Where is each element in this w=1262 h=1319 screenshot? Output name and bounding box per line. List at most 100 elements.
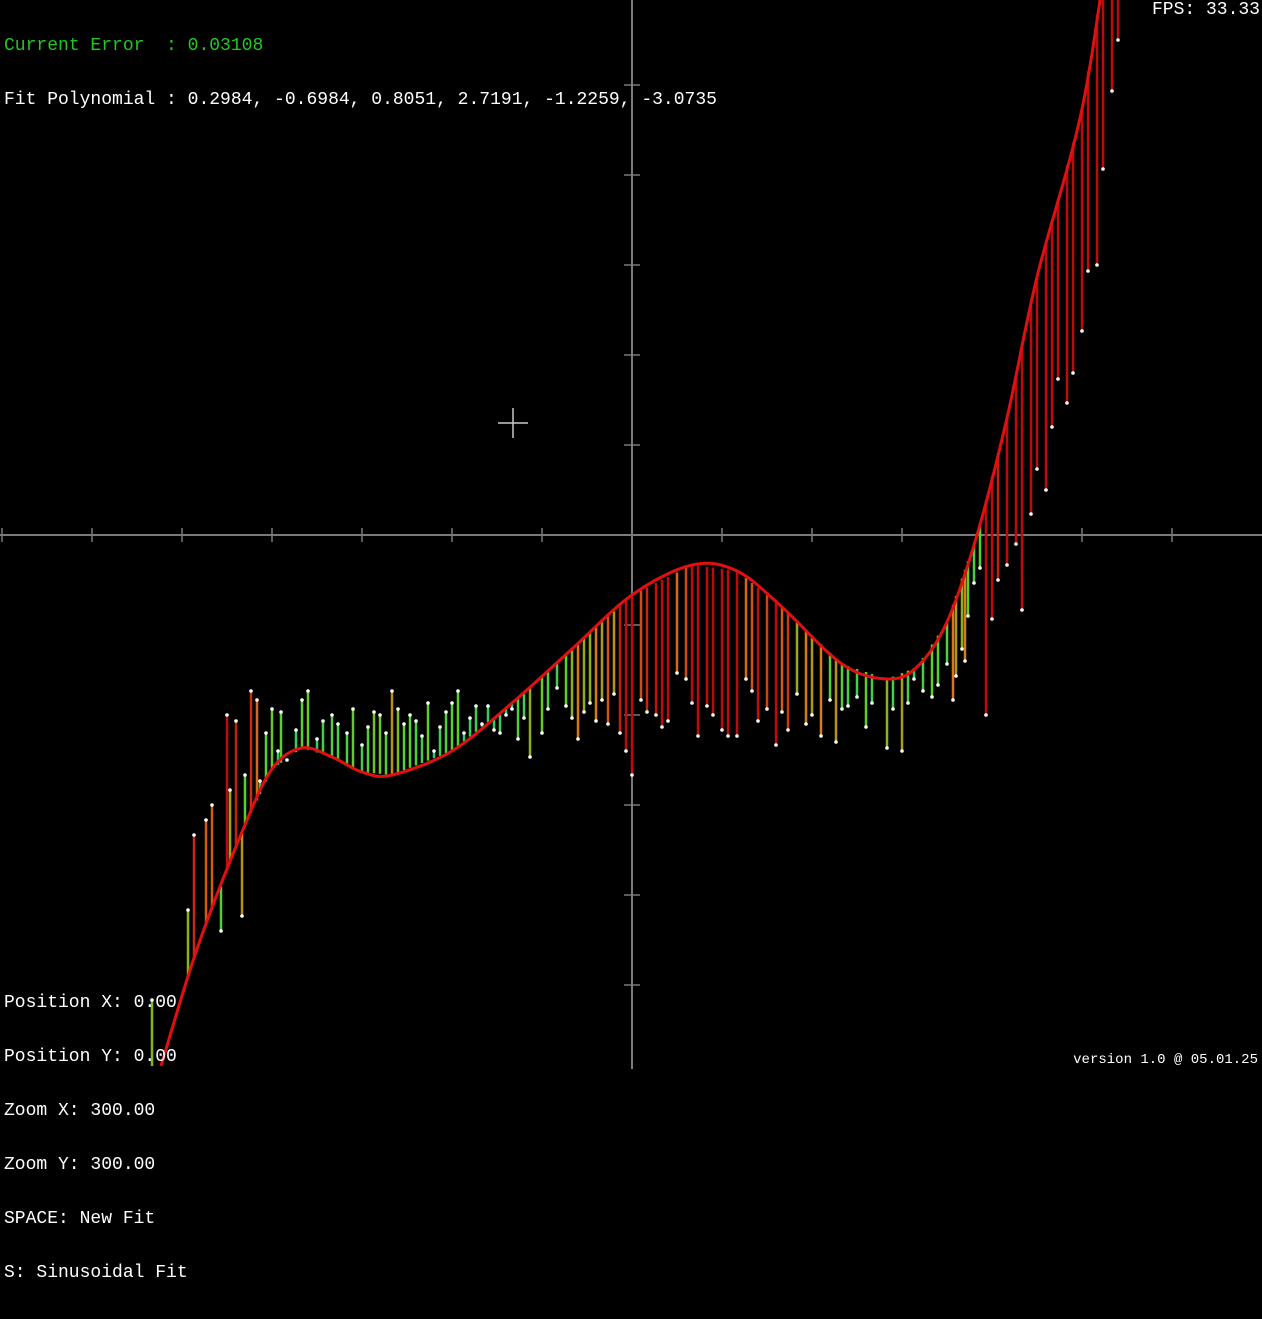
data-point — [612, 692, 616, 696]
data-point — [345, 731, 349, 735]
current-error-value: 0.03108 — [187, 36, 264, 56]
position-y-readout: Position Y: 0.00 — [4, 1047, 177, 1067]
data-point — [351, 707, 355, 711]
data-point — [456, 689, 460, 693]
data-point — [846, 704, 850, 708]
data-point — [192, 833, 196, 837]
data-point — [1020, 608, 1024, 612]
data-point — [219, 929, 223, 933]
data-point — [432, 749, 436, 753]
data-point — [315, 737, 319, 741]
data-point — [1065, 401, 1069, 405]
data-point — [1101, 167, 1105, 171]
data-point — [834, 740, 838, 744]
data-point — [264, 731, 268, 735]
data-point — [660, 725, 664, 729]
data-point — [390, 689, 394, 693]
data-point — [582, 710, 586, 714]
data-point — [618, 731, 622, 735]
hud-bottom-left: Position X: 0.00 Position Y: 0.00 Zoom X… — [4, 958, 188, 1318]
data-point — [1095, 263, 1099, 267]
data-point — [624, 749, 628, 753]
data-point — [654, 713, 658, 717]
data-point — [384, 731, 388, 735]
data-point — [240, 914, 244, 918]
data-point — [570, 716, 574, 720]
polynomial-fit-plot[interactable] — [0, 0, 1262, 1069]
data-point — [321, 719, 325, 723]
data-point — [819, 734, 823, 738]
data-point — [408, 713, 412, 717]
crosshair-cursor-icon — [498, 408, 528, 438]
data-point — [546, 707, 550, 711]
data-point — [666, 719, 670, 723]
current-error-label: Current Error : — [4, 36, 177, 56]
data-point — [516, 737, 520, 741]
fit-polynomial-coefficients: 0.2984, -0.6984, 0.8051, 2.7191, -1.2259… — [187, 90, 717, 110]
data-point — [945, 662, 949, 666]
data-point — [228, 788, 232, 792]
data-point — [891, 707, 895, 711]
data-point — [600, 698, 604, 702]
data-point — [774, 743, 778, 747]
data-point — [426, 701, 430, 705]
zoom-y-readout: Zoom Y: 300.00 — [4, 1155, 156, 1175]
data-point — [276, 749, 280, 753]
data-point — [750, 689, 754, 693]
data-point — [270, 707, 274, 711]
data-point — [402, 722, 406, 726]
data-point — [930, 695, 934, 699]
data-point — [810, 713, 814, 717]
data-point — [744, 677, 748, 681]
data-point — [900, 749, 904, 753]
data-point — [1014, 542, 1018, 546]
space-new-fit-hint: SPACE: New Fit — [4, 1209, 156, 1229]
position-x-readout: Position X: 0.00 — [4, 993, 177, 1013]
data-point — [996, 578, 1000, 582]
data-point — [696, 734, 700, 738]
data-point — [864, 725, 868, 729]
data-point — [576, 737, 580, 741]
data-points — [150, 38, 1120, 1002]
data-point — [756, 719, 760, 723]
data-point — [555, 686, 559, 690]
data-point — [921, 689, 925, 693]
data-point — [360, 743, 364, 747]
data-point — [840, 707, 844, 711]
data-point — [639, 698, 643, 702]
data-point — [885, 746, 889, 750]
data-point — [258, 779, 262, 783]
data-point — [951, 698, 955, 702]
data-point — [450, 701, 454, 705]
fit-polynomial-row: Fit Polynomial : 0.2984, -0.6984, 0.8051… — [4, 91, 717, 109]
data-point — [912, 677, 916, 681]
data-point — [1116, 38, 1120, 42]
data-point — [1071, 371, 1075, 375]
data-point — [306, 689, 310, 693]
plot-viewport[interactable]: Current Error : 0.03108 Fit Polynomial :… — [0, 0, 1262, 1282]
data-point — [870, 701, 874, 705]
data-point — [300, 698, 304, 702]
data-point — [1110, 89, 1114, 93]
data-point — [255, 698, 259, 702]
data-point — [705, 704, 709, 708]
data-point — [336, 722, 340, 726]
fps-counter: FPS: 33.33 — [1151, 0, 1260, 20]
sinusoidal-fit-hint: S: Sinusoidal Fit — [4, 1263, 188, 1283]
data-point — [540, 731, 544, 735]
data-point — [630, 773, 634, 777]
data-point — [186, 908, 190, 912]
data-point — [234, 719, 238, 723]
data-point — [414, 719, 418, 723]
data-point — [795, 692, 799, 696]
data-point — [225, 713, 229, 717]
fit-polynomial-label: Fit Polynomial : — [4, 90, 177, 110]
data-point — [735, 734, 739, 738]
data-point — [780, 710, 784, 714]
data-point — [675, 671, 679, 675]
data-point — [1050, 425, 1054, 429]
data-point — [588, 701, 592, 705]
data-point — [444, 710, 448, 714]
data-point — [855, 695, 859, 699]
data-point — [690, 701, 694, 705]
